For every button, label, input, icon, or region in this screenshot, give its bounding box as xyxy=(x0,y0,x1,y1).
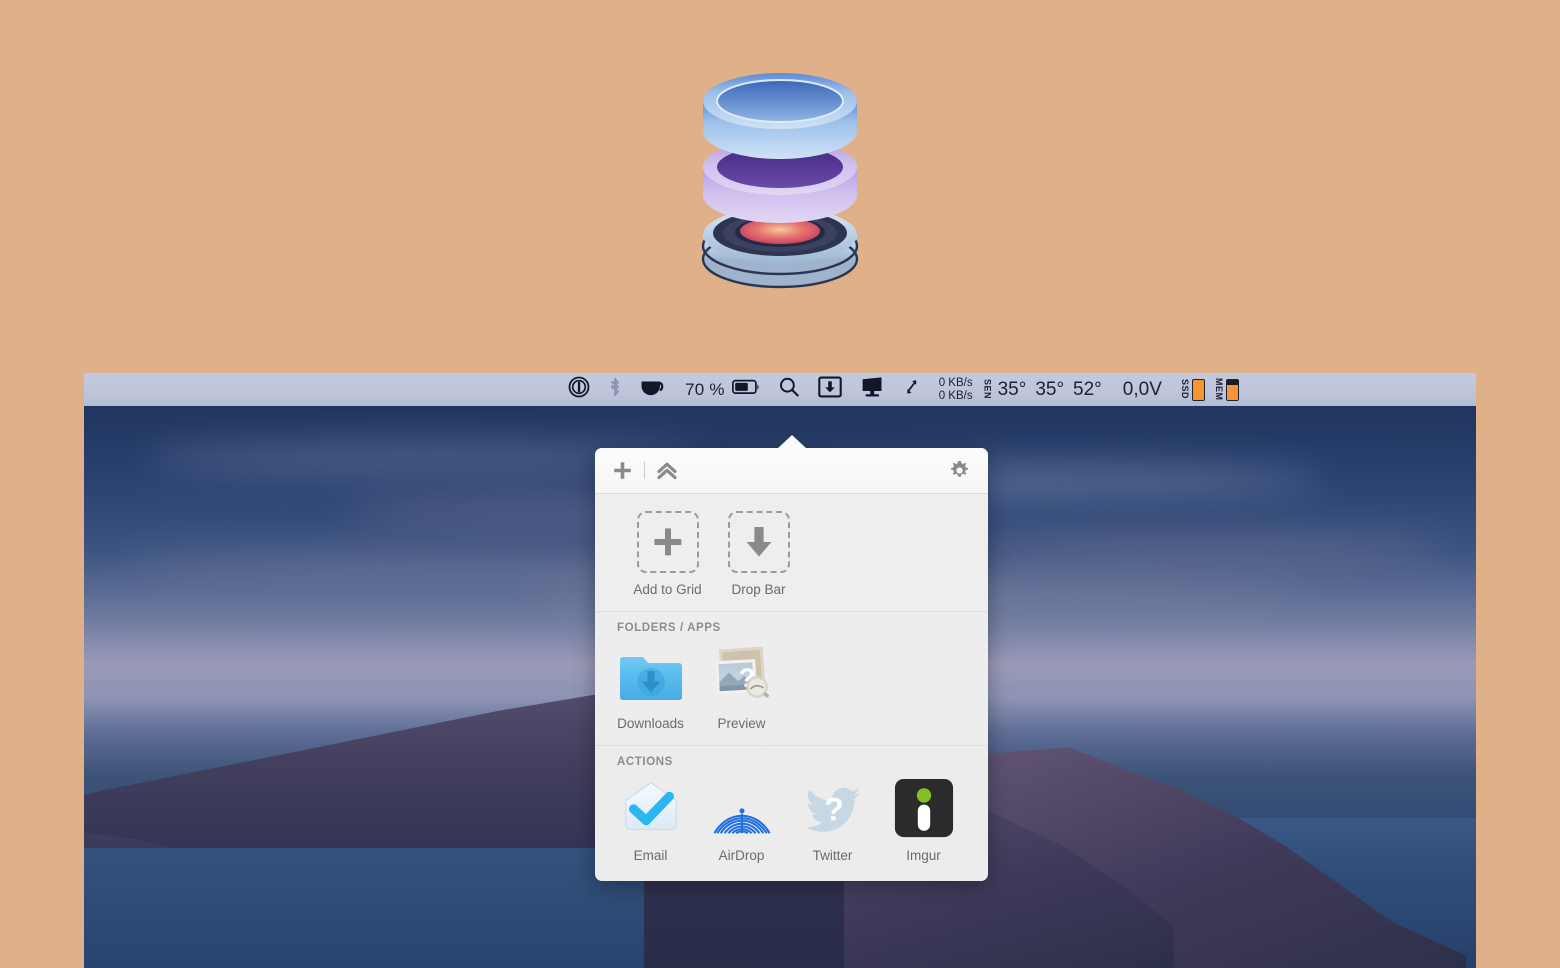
twitter-bird-icon: ? xyxy=(805,787,860,832)
email-label: Email xyxy=(633,848,668,863)
sensor-readouts[interactable]: 35° 35° 52° 0,0V xyxy=(994,379,1166,401)
mem-gauge-label: MEM xyxy=(1213,378,1224,401)
airdrop-icon xyxy=(713,808,770,835)
double-chevron-up-icon[interactable] xyxy=(656,461,678,481)
action-email[interactable]: Email xyxy=(605,777,696,863)
downloads-label: Downloads xyxy=(617,716,684,731)
add-to-grid-box xyxy=(636,511,699,573)
plus-icon xyxy=(653,528,681,556)
1password-icon xyxy=(568,376,590,403)
drop-bar-label: Drop Bar xyxy=(731,582,786,597)
dropzone-icon xyxy=(817,376,842,403)
imgur-label: Imgur xyxy=(906,848,941,863)
actions-title: ACTIONS xyxy=(617,756,673,768)
desktop-wallpaper: Add to Grid Drop Bar FOLDERS / APPS Down… xyxy=(84,406,1476,968)
network-down-label: 0 KB/s xyxy=(938,389,973,402)
dropzone-targets: Add to Grid Drop Bar xyxy=(595,494,988,611)
actions-section: ACTIONS Email AirDrop ? Twitter Imgur xyxy=(595,746,988,881)
battery-percent-label: 70 % xyxy=(685,379,725,399)
menubar-item-expand[interactable] xyxy=(895,373,929,406)
header-divider xyxy=(644,462,645,479)
preview-app-icon: ? xyxy=(714,646,769,698)
sensor-voltage: 0,0V xyxy=(1122,378,1162,400)
drop-bar-box xyxy=(727,511,790,573)
network-up-label: 0 KB/s xyxy=(938,376,973,389)
menubar-item-battery[interactable]: 70 % xyxy=(676,373,769,406)
action-twitter[interactable]: ? Twitter xyxy=(787,777,878,863)
svg-text:?: ? xyxy=(824,792,844,828)
mem-gauge-bar xyxy=(1225,378,1239,401)
folders-apps-section: FOLDERS / APPS Downloads ? Preview xyxy=(595,612,988,745)
gear-icon[interactable] xyxy=(948,459,971,482)
folders-apps-title: FOLDERS / APPS xyxy=(617,622,721,634)
battery-icon xyxy=(731,379,760,400)
twitter-label: Twitter xyxy=(812,848,853,863)
mem-gauge[interactable]: MEM xyxy=(1206,373,1243,406)
item-preview[interactable]: ? Preview xyxy=(696,643,787,731)
add-to-grid-label: Add to Grid xyxy=(633,582,702,597)
dropzone-popup: Add to Grid Drop Bar FOLDERS / APPS Down… xyxy=(595,435,988,881)
dropzone-drop-bar[interactable]: Drop Bar xyxy=(713,511,804,597)
plus-icon[interactable] xyxy=(612,460,633,481)
menu-bar: 70 % 0 KB/s 0 KB/s SEN 35° 35° 52° 0,0V … xyxy=(84,373,1476,406)
diagonal-arrows-icon xyxy=(904,377,920,402)
email-envelope-icon xyxy=(624,782,677,830)
sensor-label: SEN xyxy=(982,379,993,400)
coffee-cup-icon xyxy=(640,377,667,402)
popup-header xyxy=(595,448,988,494)
airdrop-label: AirDrop xyxy=(718,848,765,863)
downloads-folder-icon xyxy=(619,657,682,700)
network-speed-indicator[interactable]: 0 KB/s 0 KB/s xyxy=(929,377,979,403)
dropzone-add-to-grid[interactable]: Add to Grid xyxy=(622,511,713,597)
search-icon xyxy=(778,376,800,403)
sensor-temp-3: 52° xyxy=(1073,378,1102,400)
app-logo xyxy=(655,45,905,295)
preview-label: Preview xyxy=(717,716,766,731)
page-root: 70 % 0 KB/s 0 KB/s SEN 35° 35° 52° 0,0V … xyxy=(0,0,1560,968)
menubar-item-bluetooth[interactable] xyxy=(599,373,631,406)
imgur-icon xyxy=(894,778,953,838)
monitor-icon xyxy=(860,376,886,403)
action-imgur[interactable]: Imgur xyxy=(878,777,969,863)
sensor-group[interactable]: SEN xyxy=(979,373,994,406)
menubar-item-spotlight[interactable] xyxy=(769,373,809,406)
ssd-gauge-label: SSD xyxy=(1179,379,1190,400)
ssd-gauge-bar xyxy=(1191,378,1205,401)
sensor-temp-2: 35° xyxy=(1035,378,1065,400)
popup-pointer xyxy=(776,435,807,449)
ssd-gauge[interactable]: SSD xyxy=(1166,373,1206,406)
menubar-item-1password[interactable] xyxy=(559,373,599,406)
menubar-item-dropzone[interactable] xyxy=(809,373,851,406)
item-downloads[interactable]: Downloads xyxy=(605,643,696,731)
down-arrow-icon xyxy=(746,527,771,557)
sea-foreground xyxy=(84,848,644,968)
mac-screen: 70 % 0 KB/s 0 KB/s SEN 35° 35° 52° 0,0V … xyxy=(84,373,1476,968)
bluetooth-icon xyxy=(608,376,622,403)
menubar-item-display[interactable] xyxy=(851,373,895,406)
menubar-item-caffeine[interactable] xyxy=(631,373,676,406)
sensor-temp-1: 35° xyxy=(997,378,1027,400)
action-airdrop[interactable]: AirDrop xyxy=(696,777,787,863)
